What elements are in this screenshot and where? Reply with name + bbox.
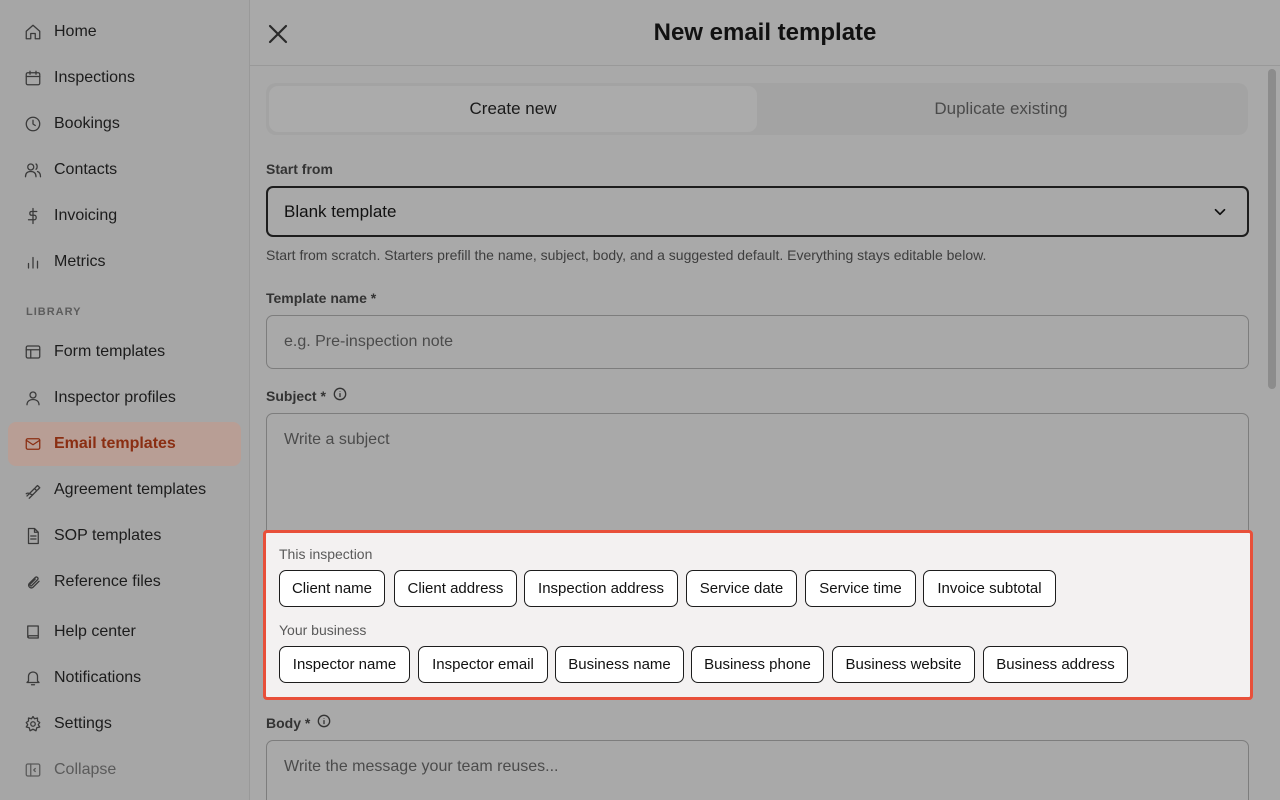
body-placeholder: Write the message your team reuses... (284, 758, 559, 775)
library-section-label: LIBRARY (26, 306, 82, 318)
body-label-text: Body * (266, 714, 311, 731)
sidebar-item-label: Inspections (54, 69, 135, 86)
scrollbar[interactable] (1268, 69, 1276, 389)
start-from-label-text: Start from (266, 161, 333, 177)
document-icon (23, 526, 43, 546)
sidebar: Home Inspections Bookings Contacts Invoi… (0, 0, 250, 800)
modal-header: New email template (250, 0, 1280, 66)
variable-chip-client-name[interactable]: Client name (279, 570, 385, 607)
info-icon[interactable] (333, 387, 347, 404)
start-from-help: Start from scratch. Starters prefill the… (266, 247, 987, 263)
body-label: Body * (266, 714, 331, 731)
sidebar-item-label: Help center (54, 623, 136, 640)
layout-icon (23, 342, 43, 362)
sidebar-item-label: Notifications (54, 669, 142, 686)
sidebar-item-label: Bookings (54, 115, 120, 132)
sidebar-item-label: Email templates (54, 435, 176, 452)
user-icon (23, 388, 43, 408)
users-icon (23, 160, 43, 180)
variable-chip-client-address[interactable]: Client address (394, 570, 517, 607)
gear-icon (23, 714, 43, 734)
variables-panel: This inspection Client name Client addre… (263, 530, 1253, 700)
calendar-icon (23, 68, 43, 88)
sidebar-item-label: Agreement templates (54, 481, 207, 498)
group-label-this-inspection: This inspection (279, 546, 373, 562)
sidebar-item-home[interactable]: Home (8, 10, 241, 54)
variable-chip-inspector-name[interactable]: Inspector name (279, 646, 410, 683)
variable-chip-business-name[interactable]: Business name (555, 646, 684, 683)
sidebar-item-label: Home (54, 23, 97, 40)
template-name-placeholder: e.g. Pre-inspection note (284, 333, 453, 350)
sidebar-item-notifications[interactable]: Notifications (8, 656, 241, 700)
tab-duplicate-existing[interactable]: Duplicate existing (757, 86, 1245, 132)
dollar-icon (23, 206, 43, 226)
sidebar-item-inspections[interactable]: Inspections (8, 56, 241, 100)
clock-icon (23, 114, 43, 134)
sidebar-item-help-center[interactable]: Help center (8, 610, 241, 654)
template-name-label: Template name * (266, 290, 376, 306)
sidebar-item-reference-files[interactable]: Reference files (8, 560, 241, 604)
sidebar-item-agreement-templates[interactable]: Agreement templates (8, 468, 241, 512)
start-from-select[interactable]: Blank template (266, 186, 1249, 237)
subject-label-text: Subject * (266, 387, 326, 404)
sidebar-item-label: Collapse (54, 761, 117, 778)
bell-icon (23, 668, 43, 688)
start-from-value: Blank template (284, 201, 397, 221)
sidebar-item-contacts[interactable]: Contacts (8, 148, 241, 192)
signature-icon (23, 480, 43, 500)
sidebar-item-label: Metrics (54, 253, 106, 270)
bar-chart-icon (23, 252, 43, 272)
variable-chip-business-phone[interactable]: Business phone (691, 646, 824, 683)
page-title: New email template (653, 19, 877, 46)
chevron-down-icon (1211, 203, 1229, 221)
variable-chip-invoice-subtotal[interactable]: Invoice subtotal (923, 570, 1056, 607)
subject-label: Subject * (266, 387, 347, 404)
variable-chip-service-date[interactable]: Service date (686, 570, 797, 607)
sidebar-item-email-templates[interactable]: Email templates (8, 422, 241, 466)
variable-chip-service-time[interactable]: Service time (805, 570, 916, 607)
sidebar-item-label: Inspector profiles (54, 389, 176, 406)
tab-create-new[interactable]: Create new (269, 86, 757, 132)
sidebar-item-label: Invoicing (54, 207, 118, 224)
sidebar-collapse-icon (23, 760, 43, 780)
sidebar-collapse-button[interactable]: Collapse (8, 748, 241, 792)
sidebar-item-metrics[interactable]: Metrics (8, 240, 241, 284)
sidebar-item-invoicing[interactable]: Invoicing (8, 194, 241, 238)
modal-body: Create new Duplicate existing Start from… (250, 67, 1280, 800)
sidebar-item-inspector-profiles[interactable]: Inspector profiles (8, 376, 241, 420)
variable-chip-inspector-email[interactable]: Inspector email (418, 646, 548, 683)
mode-tabs: Create new Duplicate existing (266, 83, 1248, 135)
home-icon (23, 22, 43, 42)
sidebar-item-label: Reference files (54, 573, 161, 590)
variable-chip-business-website[interactable]: Business website (832, 646, 975, 683)
variable-chip-inspection-address[interactable]: Inspection address (524, 570, 678, 607)
template-name-label-text: Template name * (266, 290, 377, 306)
paperclip-icon (23, 572, 43, 592)
sidebar-item-bookings[interactable]: Bookings (8, 102, 241, 146)
sidebar-item-label: SOP templates (54, 527, 162, 544)
sidebar-item-form-templates[interactable]: Form templates (8, 330, 241, 374)
sidebar-item-label: Form templates (54, 343, 166, 360)
mail-icon (23, 434, 43, 454)
group-label-your-business: Your business (279, 622, 367, 638)
book-icon (23, 622, 43, 642)
body-input[interactable]: Write the message your team reuses... (266, 740, 1249, 800)
sidebar-item-label: Contacts (54, 161, 118, 178)
template-name-input[interactable]: e.g. Pre-inspection note (266, 315, 1249, 369)
sidebar-item-label: Settings (54, 715, 112, 732)
start-from-label: Start from (266, 161, 333, 177)
variable-chip-business-address[interactable]: Business address (983, 646, 1128, 683)
info-icon[interactable] (317, 714, 331, 731)
sidebar-item-settings[interactable]: Settings (8, 702, 241, 746)
sidebar-item-sop-templates[interactable]: SOP templates (8, 514, 241, 558)
